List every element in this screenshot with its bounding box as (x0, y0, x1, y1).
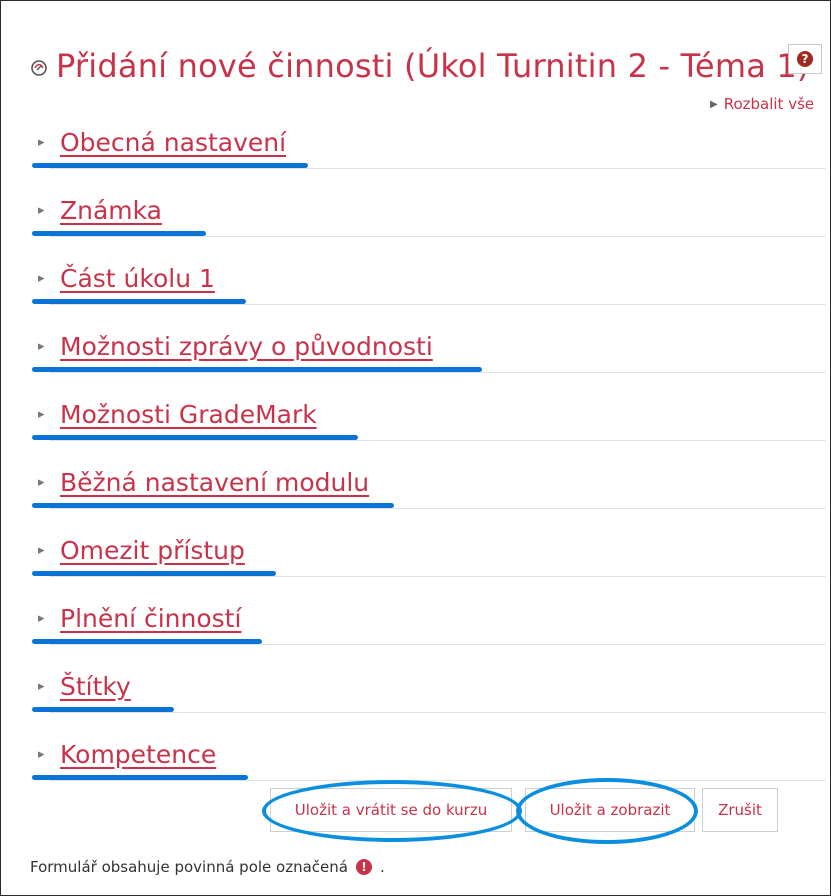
section-originality-report[interactable]: ▸ Možnosti zprávy o původnosti (0, 322, 831, 390)
page-title: Přidání nové činnosti (Úkol Turnitin 2 -… (56, 47, 810, 85)
collapse-triangle-icon: ▸ (38, 747, 45, 762)
highlight-underline (32, 231, 206, 236)
triangle-right-icon: ▶ (710, 98, 718, 110)
highlight-underline (32, 639, 262, 644)
collapse-triangle-icon: ▸ (38, 679, 45, 694)
section-assignment-part[interactable]: ▸ Část úkolu 1 (0, 254, 831, 322)
section-label[interactable]: Možnosti zprávy o původnosti (60, 332, 433, 361)
highlight-underline (32, 775, 248, 780)
divider (50, 168, 826, 169)
section-label[interactable]: Obecná nastavení (60, 128, 286, 157)
expand-all-link[interactable]: ▶ Rozbalit vše (710, 94, 814, 114)
question-circle-icon: ? (797, 51, 813, 67)
highlight-underline (32, 435, 358, 440)
save-and-display-button[interactable]: Uložit a zobrazit (525, 788, 695, 832)
divider (50, 236, 826, 237)
section-label[interactable]: Omezit přístup (60, 536, 245, 565)
section-label[interactable]: Plnění činností (60, 604, 241, 633)
highlight-underline (32, 571, 276, 576)
section-label[interactable]: Štítky (60, 672, 131, 701)
section-list: ▸ Obecná nastavení ▸ Známka ▸ Část úkolu… (0, 118, 831, 798)
section-label[interactable]: Možnosti GradeMark (60, 400, 317, 429)
exclamation-circle-icon: ! (355, 859, 372, 875)
section-label[interactable]: Známka (60, 196, 162, 225)
section-label[interactable]: Běžná nastavení modulu (60, 468, 369, 497)
highlight-underline (32, 367, 482, 372)
help-button[interactable]: ? (788, 44, 822, 74)
save-and-return-button[interactable]: Uložit a vrátit se do kurzu (270, 788, 512, 832)
divider (50, 780, 826, 781)
section-restrict-access[interactable]: ▸ Omezit přístup (0, 526, 831, 594)
expand-all-label: Rozbalit vše (723, 95, 815, 113)
divider (50, 304, 826, 305)
turnitin-icon (31, 60, 47, 76)
required-note-trailing: . (379, 858, 385, 876)
collapse-triangle-icon: ▸ (38, 611, 45, 626)
divider (50, 372, 826, 373)
highlight-underline (32, 163, 308, 168)
collapse-triangle-icon: ▸ (38, 203, 45, 218)
collapse-triangle-icon: ▸ (38, 475, 45, 490)
page-header: Přidání nové činnosti (Úkol Turnitin 2 -… (28, 36, 828, 96)
divider (50, 712, 826, 713)
collapse-triangle-icon: ▸ (38, 407, 45, 422)
collapse-triangle-icon: ▸ (38, 543, 45, 558)
highlight-underline (32, 707, 174, 712)
section-tags[interactable]: ▸ Štítky (0, 662, 831, 730)
collapse-triangle-icon: ▸ (38, 271, 45, 286)
section-activity-completion[interactable]: ▸ Plnění činností (0, 594, 831, 662)
highlight-underline (32, 503, 394, 508)
required-note-text: Formulář obsahuje povinná pole označená (30, 858, 348, 876)
section-grademark[interactable]: ▸ Možnosti GradeMark (0, 390, 831, 458)
section-label[interactable]: Kompetence (60, 740, 216, 769)
required-fields-note: Formulář obsahuje povinná pole označená … (30, 858, 385, 876)
cancel-button[interactable]: Zrušit (702, 788, 778, 832)
section-module-settings[interactable]: ▸ Běžná nastavení modulu (0, 458, 831, 526)
highlight-underline (32, 299, 246, 304)
collapse-triangle-icon: ▸ (38, 135, 45, 150)
section-label[interactable]: Část úkolu 1 (60, 264, 215, 293)
divider (50, 644, 826, 645)
section-general[interactable]: ▸ Obecná nastavení (0, 118, 831, 186)
divider (50, 508, 826, 509)
section-grade[interactable]: ▸ Známka (0, 186, 831, 254)
collapse-triangle-icon: ▸ (38, 339, 45, 354)
divider (50, 576, 826, 577)
divider (50, 440, 826, 441)
